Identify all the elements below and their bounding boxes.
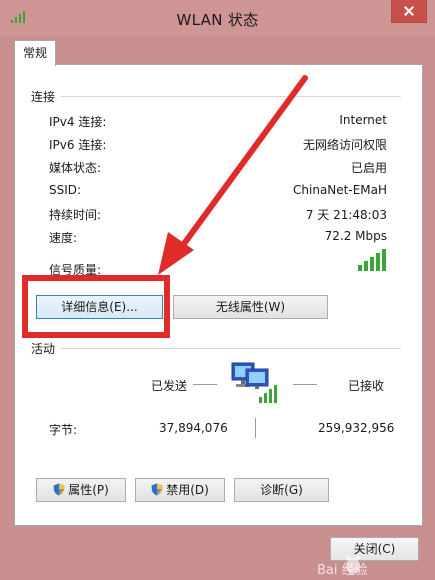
ipv4-label: IPv4 连接: xyxy=(49,115,107,129)
activity-section-label: 活动 xyxy=(31,342,56,356)
bytes-separator xyxy=(255,418,256,438)
ipv6-label: IPv6 连接: xyxy=(49,138,107,152)
received-label: 已接收 xyxy=(348,379,385,393)
wireless-properties-label: 无线属性(W) xyxy=(215,300,286,314)
diagnose-button[interactable]: 诊断(G) xyxy=(234,478,329,502)
title-bar: WLAN 状态 xyxy=(0,0,435,36)
tab-general[interactable]: 常规 xyxy=(14,40,56,66)
properties-button[interactable]: 属性(P) xyxy=(36,478,126,502)
highlight-box xyxy=(22,275,170,338)
disable-label: 禁用(D) xyxy=(166,483,209,497)
connection-info: IPv4 连接: Internet IPv6 连接: 无网络访问权限 媒体状态:… xyxy=(49,113,387,283)
received-line xyxy=(293,384,317,385)
sent-label: 已发送 xyxy=(151,379,188,393)
bytes-label: 字节: xyxy=(49,423,78,437)
duration-value: 7 天 21:48:03 xyxy=(305,208,387,222)
window-title: WLAN 状态 xyxy=(176,11,259,29)
shield-icon xyxy=(53,483,65,496)
wireless-properties-button[interactable]: 无线属性(W) xyxy=(173,295,328,319)
close-window-button[interactable] xyxy=(391,0,427,23)
media-state-label: 媒体状态: xyxy=(49,161,102,175)
ssid-value: ChinaNet-EMaH xyxy=(293,183,387,197)
speed-value: 72.2 Mbps xyxy=(324,229,387,243)
media-state-value: 已启用 xyxy=(350,161,387,175)
diagnose-label: 诊断(G) xyxy=(260,483,303,497)
signal-strength-icon xyxy=(358,249,386,271)
properties-label: 属性(P) xyxy=(68,483,109,497)
bytes-received-value: 259,932,956 xyxy=(318,421,395,435)
bytes-sent-value: 37,894,076 xyxy=(159,421,228,435)
shield-icon xyxy=(151,483,163,496)
ipv6-value: 无网络访问权限 xyxy=(302,138,387,152)
ipv4-value: Internet xyxy=(339,113,387,127)
duration-label: 持续时间: xyxy=(49,208,102,222)
network-activity-icon xyxy=(231,362,277,403)
speed-label: 速度: xyxy=(49,231,78,245)
disable-button[interactable]: 禁用(D) xyxy=(135,478,225,502)
ssid-label: SSID: xyxy=(49,183,82,197)
watermark: Bai 经验 xyxy=(315,552,435,580)
connection-section-label: 连接 xyxy=(31,90,56,104)
sent-line xyxy=(193,384,217,385)
watermark-text: Bai 经验 xyxy=(317,563,368,578)
connection-divider xyxy=(61,96,401,97)
activity-divider xyxy=(61,348,401,349)
